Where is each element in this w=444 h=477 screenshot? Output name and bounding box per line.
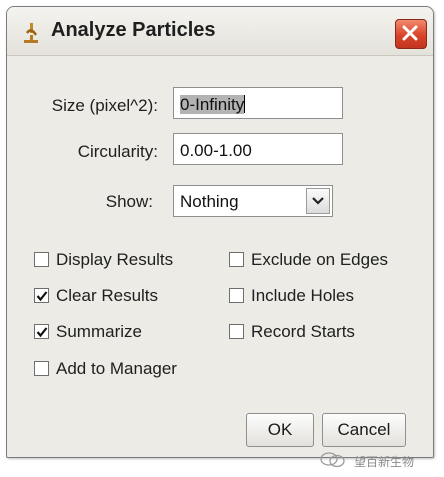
close-button[interactable]: [395, 19, 427, 49]
checkmark-icon: [36, 291, 48, 302]
text-caret: [244, 95, 246, 113]
cancel-button[interactable]: Cancel: [322, 413, 406, 447]
checkbox-box[interactable]: [34, 361, 49, 376]
wechat-icon: [320, 452, 345, 468]
size-label: Size (pixel^2):: [51, 96, 158, 115]
checkbox-box[interactable]: [34, 324, 49, 339]
checkbox-box[interactable]: [34, 252, 49, 267]
checkmark-icon: [36, 327, 48, 338]
window-title: Analyze Particles: [51, 19, 216, 41]
checkbox-label: Display Results: [56, 250, 174, 269]
size-value: 0-Infinity: [180, 95, 245, 114]
checkbox-label: Summarize: [56, 322, 142, 341]
dropdown-arrow-button[interactable]: [306, 188, 330, 214]
show-label: Show:: [105, 192, 153, 211]
checkbox-label: Include Holes: [251, 286, 355, 305]
title-bar[interactable]: Analyze Particles: [7, 7, 433, 56]
close-icon: [402, 25, 418, 41]
checkbox-label: Exclude on Edges: [251, 250, 389, 269]
microscope-icon: [24, 23, 38, 43]
circularity-label: Circularity:: [77, 142, 158, 161]
checkbox-box[interactable]: [229, 288, 244, 303]
show-selected-value: Nothing: [180, 192, 239, 211]
show-dropdown[interactable]: Nothing: [173, 185, 333, 217]
chevron-down-icon: [312, 197, 324, 205]
ok-button[interactable]: OK: [246, 413, 314, 447]
size-input[interactable]: 0-Infinity: [173, 87, 343, 119]
checkbox-label: Add to Manager: [56, 359, 177, 378]
checkbox-box[interactable]: [34, 288, 49, 303]
watermark-text: 望百新生物: [354, 455, 415, 469]
analyze-particles-dialog: Analyze Particles Size (pixel^2): 0-Infi…: [6, 6, 434, 458]
checkbox-box[interactable]: [229, 252, 244, 267]
checkbox-box[interactable]: [229, 324, 244, 339]
checkbox-label: Record Starts: [251, 322, 355, 341]
circularity-input[interactable]: 0.00-1.00: [173, 133, 343, 165]
checkbox-label: Clear Results: [56, 286, 159, 305]
